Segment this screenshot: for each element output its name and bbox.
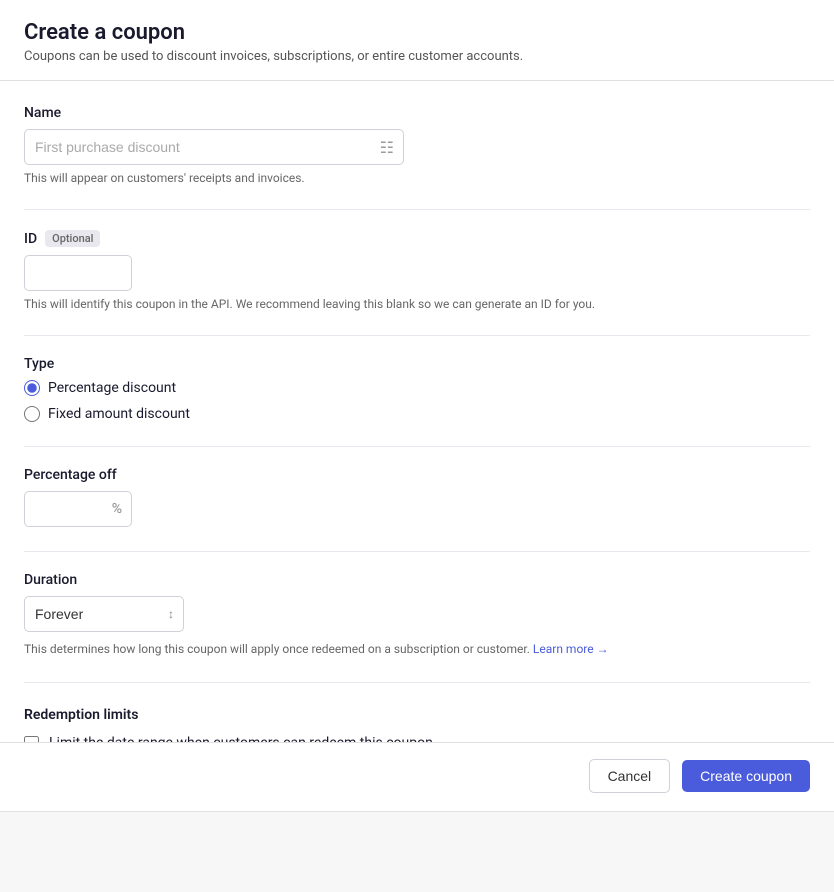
- duration-select-wrapper: Forever Once Repeating ↕: [24, 596, 184, 632]
- name-helper-text: This will appear on customers' receipts …: [24, 171, 810, 185]
- duration-helper-text: This determines how long this coupon wil…: [24, 640, 810, 658]
- cancel-button[interactable]: Cancel: [589, 759, 671, 793]
- radio-percentage-label: Percentage discount: [48, 380, 176, 396]
- percentage-input-wrapper: %: [24, 491, 132, 527]
- create-coupon-button[interactable]: Create coupon: [682, 760, 810, 792]
- page-subtitle: Coupons can be used to discount invoices…: [24, 49, 810, 64]
- type-label: Type: [24, 356, 810, 372]
- radio-fixed-input[interactable]: [24, 406, 40, 422]
- radio-percentage-input[interactable]: [24, 380, 40, 396]
- learn-more-link[interactable]: Learn more →: [533, 642, 609, 656]
- percentage-off-label: Percentage off: [24, 467, 810, 483]
- optional-badge: Optional: [45, 230, 100, 247]
- duration-select[interactable]: Forever Once Repeating: [24, 596, 184, 632]
- id-helper-text: This will identify this coupon in the AP…: [24, 297, 810, 311]
- radio-percentage[interactable]: Percentage discount: [24, 380, 810, 396]
- name-section: Name ☷ This will appear on customers' re…: [24, 105, 810, 185]
- name-label: Name: [24, 105, 810, 121]
- page-header: Create a coupon Coupons can be used to d…: [0, 0, 834, 81]
- id-section: ID Optional This will identify this coup…: [24, 230, 810, 311]
- name-input-wrapper: ☷: [24, 129, 404, 165]
- id-label-row: ID Optional: [24, 230, 810, 247]
- type-radio-group: Percentage discount Fixed amount discoun…: [24, 380, 810, 422]
- id-label: ID: [24, 231, 37, 247]
- form-footer: Cancel Create coupon: [0, 742, 834, 809]
- duration-section: Duration Forever Once Repeating ↕ This d…: [24, 572, 810, 658]
- name-input[interactable]: [24, 129, 404, 165]
- redemption-title: Redemption limits: [24, 707, 810, 723]
- duration-label: Duration: [24, 572, 810, 588]
- page-title: Create a coupon: [24, 20, 810, 45]
- form-container: Name ☷ This will appear on customers' re…: [0, 81, 834, 812]
- radio-fixed-label: Fixed amount discount: [48, 406, 190, 422]
- percentage-input[interactable]: [24, 491, 132, 527]
- type-section: Type Percentage discount Fixed amount di…: [24, 356, 810, 422]
- radio-fixed[interactable]: Fixed amount discount: [24, 406, 810, 422]
- id-input[interactable]: [24, 255, 132, 291]
- percentage-off-section: Percentage off %: [24, 467, 810, 527]
